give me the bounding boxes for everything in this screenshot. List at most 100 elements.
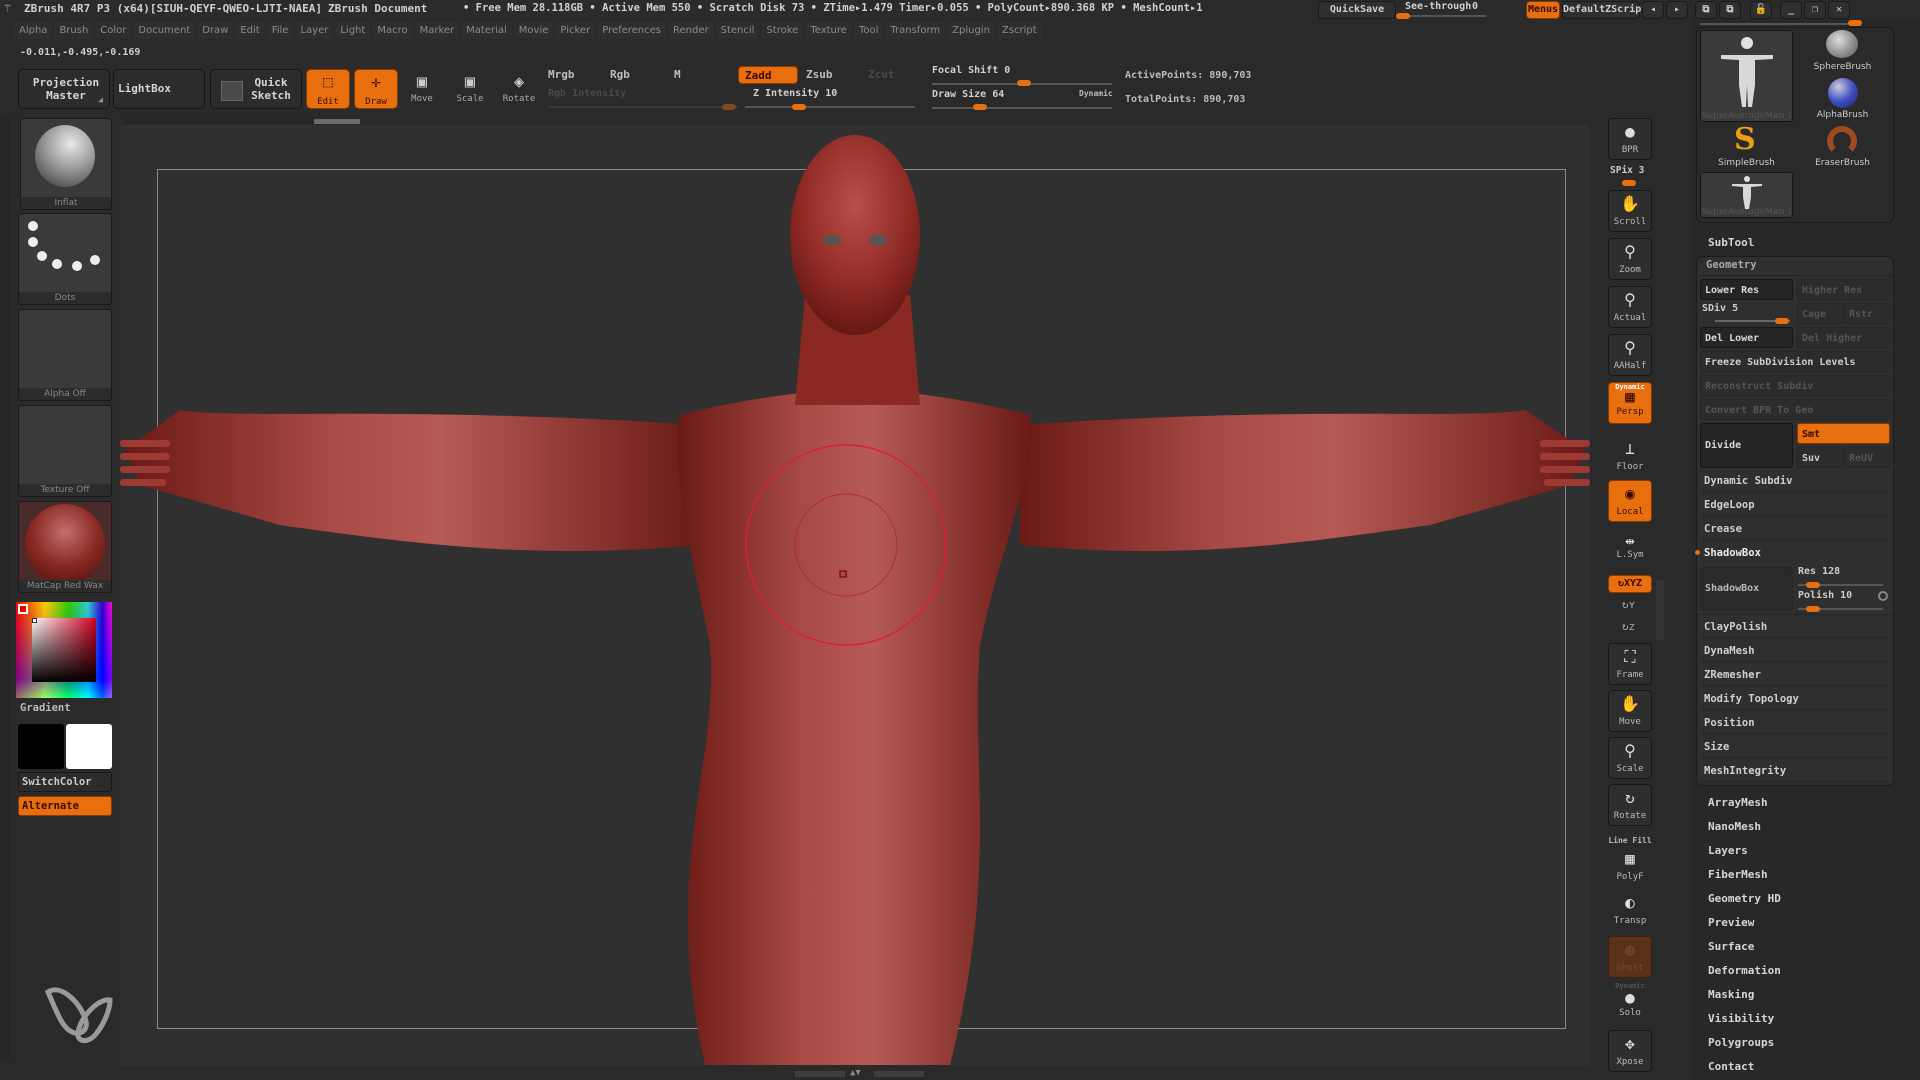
switch-color-button[interactable]: SwitchColor — [18, 772, 112, 792]
menu-document[interactable]: Document — [133, 22, 196, 39]
menu-stroke[interactable]: Stroke — [761, 22, 804, 39]
tool-subpalette-polygroups[interactable]: Polygroups — [1708, 1036, 1774, 1049]
geometry-header[interactable]: Geometry — [1706, 259, 1757, 271]
zcut-button[interactable]: Zcut — [862, 66, 902, 84]
rotate-z-button[interactable]: ↻ᴢ — [1622, 620, 1635, 634]
ghost-button[interactable]: ◍ Ghost — [1608, 936, 1652, 978]
alternate-button[interactable]: Alternate — [18, 796, 112, 816]
close-icon[interactable]: ✕ — [1828, 1, 1850, 19]
convert-bpr-button[interactable]: Convert BPR To Geo — [1700, 399, 1890, 420]
tool-subpalette-deformation[interactable]: Deformation — [1708, 964, 1781, 977]
floor-button[interactable]: ⊥ Floor — [1608, 436, 1652, 478]
persp-button[interactable]: Dynamic ▦ Persp — [1608, 382, 1652, 424]
move-button[interactable]: ▣ Move — [400, 70, 444, 110]
scale-button[interactable]: ▣ Scale — [448, 70, 492, 110]
lsym-button[interactable]: ⇹ L.Sym — [1608, 532, 1652, 566]
quick-sketch-button[interactable]: Quick Sketch — [210, 69, 302, 109]
secondary-color-black[interactable] — [18, 724, 64, 769]
menu-render[interactable]: Render — [668, 22, 714, 39]
geometry-item-dynamesh[interactable]: DynaMesh — [1700, 640, 1890, 662]
zoom-button[interactable]: ⚲ Zoom — [1608, 238, 1652, 280]
sdiv-slider[interactable]: SDiv 5 — [1702, 303, 1738, 314]
solo-button[interactable]: Dynamic ● Solo — [1608, 982, 1652, 1024]
rotate-y-button[interactable]: ↻ʏ — [1622, 598, 1635, 611]
rotate-view-button[interactable]: ↻ Rotate — [1608, 784, 1652, 826]
geometry-item-modify-topology[interactable]: Modify Topology — [1700, 688, 1890, 710]
projection-master-button[interactable]: Projection Master ◢ — [18, 69, 110, 109]
menu-light[interactable]: Light — [335, 22, 371, 39]
sdiv-knob[interactable] — [1775, 318, 1789, 324]
edgeloop-section[interactable]: EdgeLoop — [1700, 494, 1890, 516]
menu-stencil[interactable]: Stencil — [715, 22, 760, 39]
focal-shift-knob[interactable] — [1017, 80, 1031, 86]
geometry-item-meshintegrity[interactable]: MeshIntegrity — [1700, 760, 1890, 782]
tray-toggle-icon[interactable]: ▲▼ — [850, 1068, 861, 1078]
tool-thumb-eraserbrush[interactable]: EraserBrush — [1796, 122, 1889, 214]
main-color-swatch[interactable] — [18, 604, 28, 614]
quicksave-button[interactable]: QuickSave — [1318, 1, 1396, 19]
alpha-selector[interactable]: Alpha Off — [18, 309, 112, 401]
menu-alpha[interactable]: Alpha — [14, 22, 53, 39]
dynamic-toggle[interactable]: Dynamic — [1079, 89, 1113, 98]
3d-model-human[interactable] — [120, 125, 1590, 1065]
tool-subpalette-visibility[interactable]: Visibility — [1708, 1012, 1774, 1025]
tool-thumb-superaverageman[interactable]: SuperAverageMan_l — [1700, 30, 1793, 122]
right-tray-handle[interactable] — [1656, 580, 1664, 640]
rgb-button[interactable]: Rgb — [604, 66, 660, 84]
menu-zscript[interactable]: Zscript — [996, 22, 1042, 39]
menu-transform[interactable]: Transform — [885, 22, 946, 39]
local-button[interactable]: ◉ Local — [1608, 480, 1652, 522]
polish-knob[interactable] — [1806, 606, 1820, 612]
subtool-section[interactable]: SubTool — [1708, 236, 1754, 249]
tool-subpalette-fibermesh[interactable]: FiberMesh — [1708, 868, 1768, 881]
menu-macro[interactable]: Macro — [372, 22, 413, 39]
reconstruct-subdiv-button[interactable]: Reconstruct Subdiv — [1700, 375, 1890, 396]
shadowbox-section[interactable]: ShadowBox — [1700, 542, 1890, 564]
menu-file[interactable]: File — [266, 22, 294, 39]
brush-selector[interactable]: Inflat — [20, 118, 112, 210]
del-lower-button[interactable]: Del Lower — [1700, 327, 1793, 348]
tool-subpalette-nanomesh[interactable]: NanoMesh — [1708, 820, 1761, 833]
polish-slider[interactable]: Polish 10 — [1798, 590, 1852, 601]
bpr-button[interactable]: ● BPR — [1608, 118, 1652, 160]
tool-subpalette-geometry-hd[interactable]: Geometry HD — [1708, 892, 1781, 905]
mrgb-button[interactable]: Mrgb — [542, 66, 598, 84]
freeze-subdivision-button[interactable]: Freeze SubDivision Levels — [1700, 351, 1890, 372]
geometry-item-position[interactable]: Position — [1700, 712, 1890, 734]
m-button[interactable]: M — [668, 66, 724, 84]
geometry-item-zremesher[interactable]: ZRemesher — [1700, 664, 1890, 686]
bottom-tray-handle-left[interactable] — [795, 1071, 845, 1077]
left-tray-edge[interactable] — [0, 118, 10, 1058]
tool-subpalette-contact[interactable]: Contact — [1708, 1060, 1754, 1073]
shadowbox-button[interactable]: ShadowBox — [1700, 567, 1793, 611]
canvas-hscroll[interactable] — [123, 119, 343, 124]
menu-texture[interactable]: Texture — [805, 22, 852, 39]
stroke-selector[interactable]: Dots — [18, 213, 112, 305]
tool-subpalette-preview[interactable]: Preview — [1708, 916, 1754, 929]
scroll-right-icon[interactable]: ▸ — [1666, 1, 1688, 19]
lock-icon[interactable]: 🔓 — [1750, 1, 1772, 19]
higher-res-button[interactable]: Higher Res — [1797, 279, 1890, 300]
minimize-icon[interactable]: _ — [1780, 1, 1802, 19]
polyf-button[interactable]: ▦ PolyF — [1608, 846, 1652, 888]
see-through-slider[interactable] — [1396, 13, 1486, 19]
rgb-intensity-track[interactable] — [548, 106, 738, 108]
tool-subpalette-surface[interactable]: Surface — [1708, 940, 1754, 953]
tool-subpalette-masking[interactable]: Masking — [1708, 988, 1754, 1001]
move-view-button[interactable]: ✋ Move — [1608, 690, 1652, 732]
draw-size-knob[interactable] — [973, 104, 987, 110]
lightbox-button[interactable]: LightBox — [113, 69, 205, 109]
draw-button[interactable]: ✛ Draw — [354, 69, 398, 109]
layout-prev-icon[interactable]: ⧉ — [1695, 1, 1717, 19]
menu-brush[interactable]: Brush — [54, 22, 94, 39]
menu-color[interactable]: Color — [95, 22, 132, 39]
suv-toggle[interactable]: Suv — [1797, 447, 1843, 468]
canvas-hscroll-thumb[interactable] — [314, 119, 360, 124]
layout-next-icon[interactable]: ⧉ — [1719, 1, 1741, 19]
reuv-button[interactable]: ReUV — [1844, 447, 1890, 468]
rotate-xyz-button[interactable]: ↻XYZ — [1608, 575, 1652, 593]
spix-knob[interactable] — [1622, 180, 1636, 186]
menu-edit[interactable]: Edit — [235, 22, 265, 39]
frame-button[interactable]: ⛶ Frame — [1608, 643, 1652, 685]
tool-subpalette-layers[interactable]: Layers — [1708, 844, 1748, 857]
